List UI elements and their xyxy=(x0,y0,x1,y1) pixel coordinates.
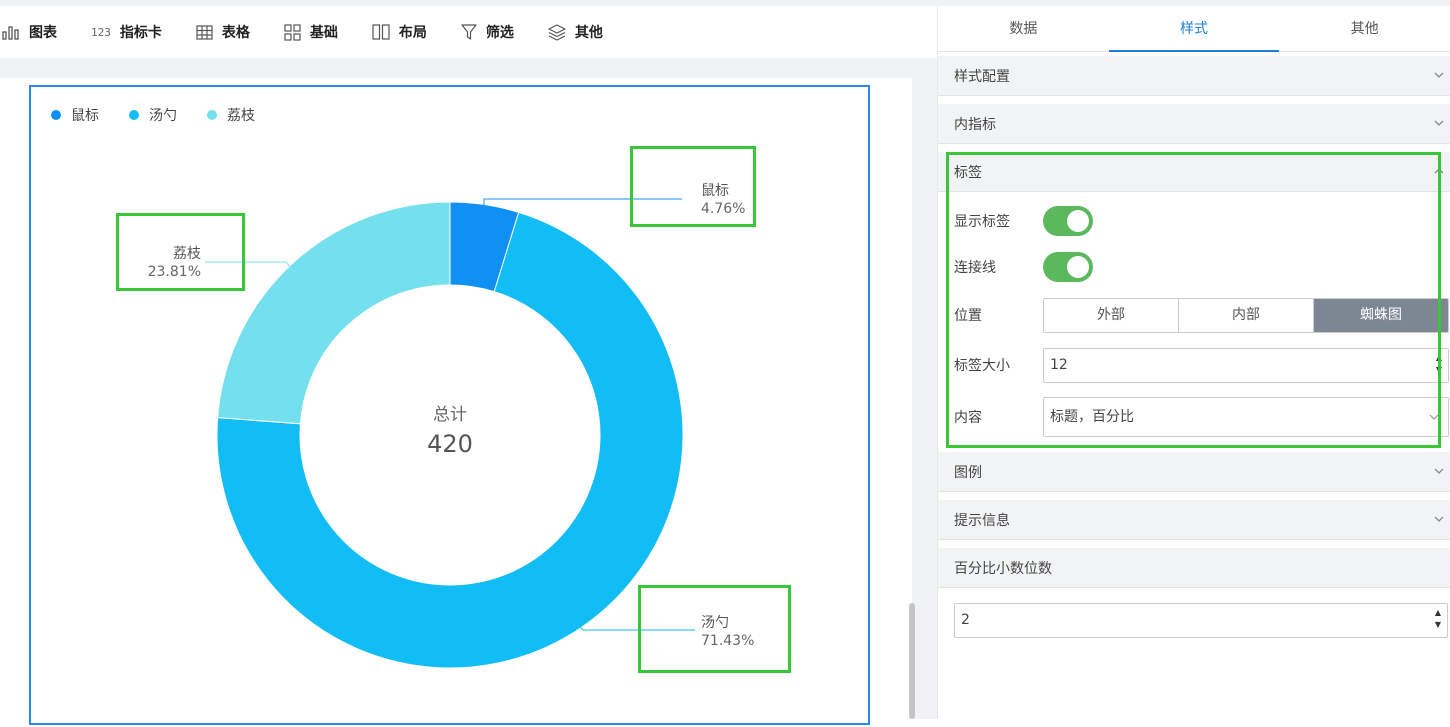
toolbar-layout-button[interactable]: 布局 xyxy=(372,22,427,42)
section-legend-title: 图例 xyxy=(954,464,982,481)
toolbar-filter-button[interactable]: 筛选 xyxy=(461,22,514,42)
highlight-box-mouse xyxy=(630,146,756,227)
chevron-down-icon xyxy=(1434,72,1444,78)
tab-data[interactable]: 数据 xyxy=(938,6,1109,51)
highlight-box-lychee xyxy=(116,213,245,291)
toolbar-indicator-label: 指标卡 xyxy=(119,25,162,41)
section-decimal-title: 百分比小数位数 xyxy=(954,560,1052,577)
decimal-stepper[interactable]: ▲ ▼ xyxy=(1433,607,1443,631)
section-style-config[interactable]: 样式配置 xyxy=(938,56,1450,96)
number-icon: 123 xyxy=(91,25,111,39)
section-gap xyxy=(938,96,1450,104)
highlight-box-spoon xyxy=(638,585,791,673)
chevron-down-icon xyxy=(1434,516,1444,522)
chevron-down-icon xyxy=(1434,468,1444,474)
toolbar-layout-label: 布局 xyxy=(398,25,427,41)
panel-tabs: 数据 样式 其他 xyxy=(938,6,1450,52)
toolbar-filter-label: 筛选 xyxy=(485,25,514,41)
toolbar-other-label: 其他 xyxy=(574,25,603,41)
section-tooltip[interactable]: 提示信息 xyxy=(938,500,1450,540)
toolbar-table-label: 表格 xyxy=(221,25,250,41)
decimal-value: 2 xyxy=(961,612,970,628)
section-style-config-title: 样式配置 xyxy=(954,68,1010,85)
toolbar-chart-button[interactable]: 图表 xyxy=(2,22,57,42)
toolbar-chart-label: 图表 xyxy=(29,25,57,41)
tab-style[interactable]: 样式 xyxy=(1108,6,1280,52)
toolbar-basic-label: 基础 xyxy=(309,25,338,41)
section-decimal: 百分比小数位数 xyxy=(938,548,1450,588)
filter-icon xyxy=(461,24,477,40)
center-total-label: 总计 xyxy=(433,405,467,425)
highlight-box-label-settings xyxy=(946,152,1441,448)
decimal-input-row: 2 ▲ ▼ xyxy=(938,588,1450,638)
section-gap xyxy=(938,144,1450,152)
chevron-down-icon xyxy=(1434,120,1444,126)
toolbar-other-button[interactable]: 其他 xyxy=(548,22,603,42)
table-icon xyxy=(196,24,213,40)
section-legend[interactable]: 图例 xyxy=(938,452,1450,492)
toolbar-table-button[interactable]: 表格 xyxy=(196,22,250,42)
bar-chart-icon xyxy=(2,26,19,40)
component-toolbar: 图表 123 指标卡 表格 基础 布局 筛选 其他 xyxy=(0,6,937,58)
section-inner-indicator[interactable]: 内指标 xyxy=(938,104,1450,144)
section-tooltip-title: 提示信息 xyxy=(954,512,1010,529)
section-gap xyxy=(938,492,1450,500)
decimal-input[interactable]: 2 ▲ ▼ xyxy=(954,603,1448,638)
design-canvas: 鼠标 汤勺 荔枝 总计 420 鼠标 4.76% 荔枝 23.81% 汤勺 71… xyxy=(0,58,937,725)
canvas-scrollbar[interactable] xyxy=(909,603,915,719)
section-inner-indicator-title: 内指标 xyxy=(954,116,996,133)
layout-icon xyxy=(372,24,390,40)
toolbar-basic-button[interactable]: 基础 xyxy=(284,22,338,42)
toolbar-indicator-button[interactable]: 123 指标卡 xyxy=(91,22,162,42)
slice-lychee[interactable] xyxy=(217,201,451,425)
layers-icon xyxy=(548,23,566,41)
section-gap xyxy=(938,540,1450,548)
tab-other[interactable]: 其他 xyxy=(1279,6,1450,51)
center-total-value: 420 xyxy=(427,430,473,458)
grid-icon xyxy=(284,23,301,41)
